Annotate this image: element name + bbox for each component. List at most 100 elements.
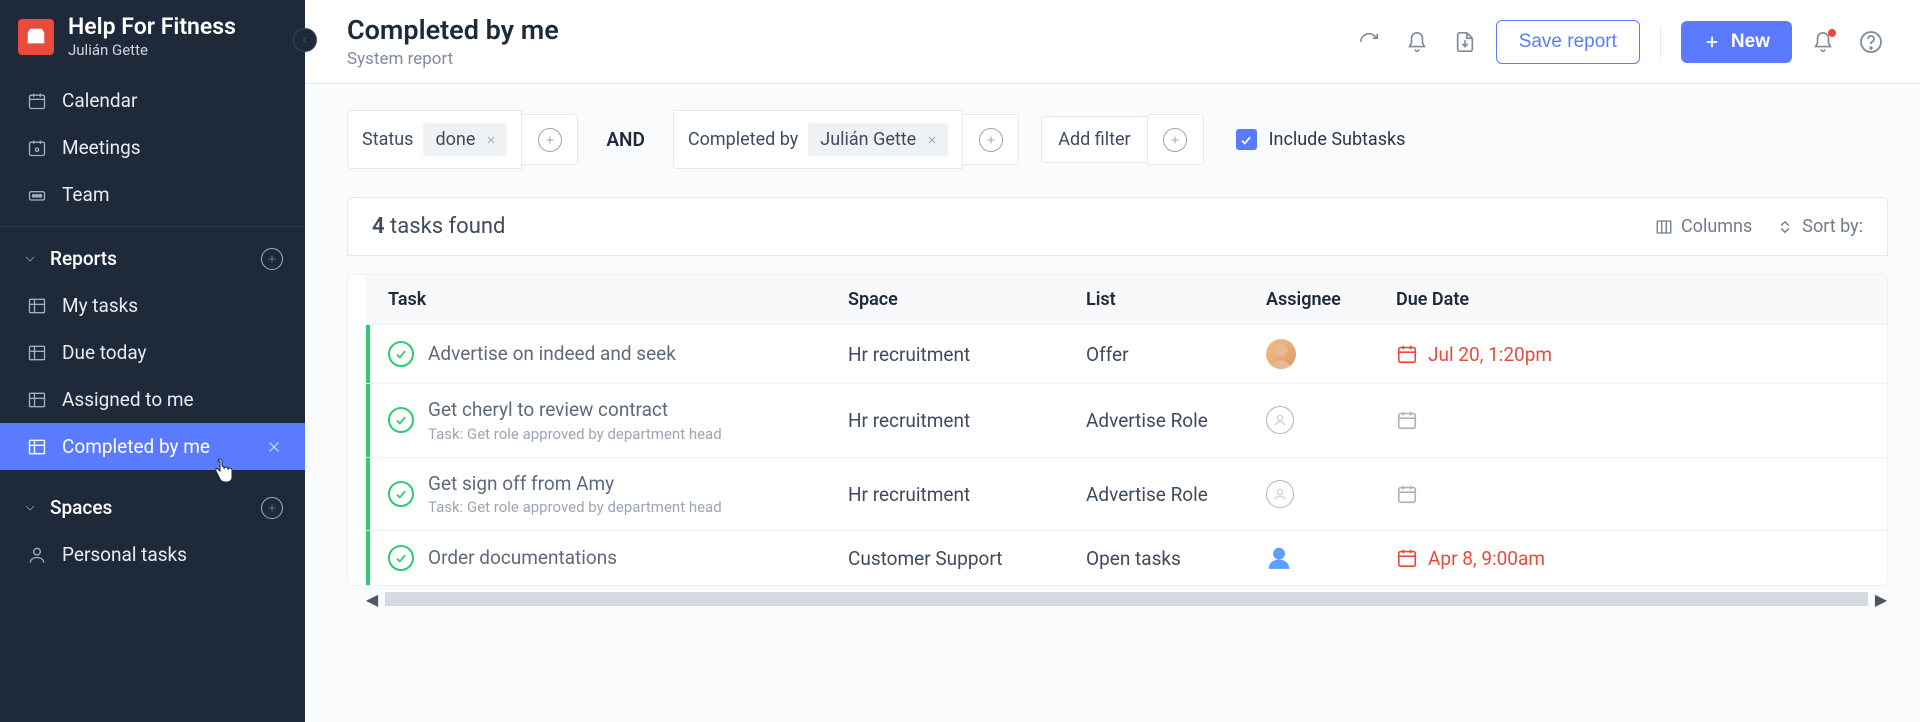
status-stripe	[366, 384, 370, 457]
sidebar-item-label: My tasks	[62, 294, 138, 317]
workspace-name[interactable]: Help For Fitness	[68, 14, 236, 39]
add-report-button[interactable]	[261, 248, 283, 270]
add-space-button[interactable]	[261, 497, 283, 519]
task-title: Order documentations	[428, 546, 617, 571]
sidebar-item-label: Personal tasks	[62, 543, 187, 566]
remove-chip-icon[interactable]	[924, 132, 940, 148]
alerts-button[interactable]	[1806, 25, 1840, 59]
reports-group-header[interactable]: Reports	[0, 235, 305, 282]
filter-status-box[interactable]: Status done	[347, 110, 522, 169]
nav-calendar[interactable]: Calendar	[0, 77, 305, 124]
scrollbar-track[interactable]	[385, 592, 1868, 606]
add-completed-by-value-button[interactable]	[963, 114, 1019, 165]
done-check-icon[interactable]	[388, 481, 414, 507]
nav-team[interactable]: Team	[0, 171, 305, 218]
col-header-space[interactable]: Space	[848, 289, 1086, 310]
add-filter-block: Add filter	[1041, 114, 1203, 165]
table-row[interactable]: Get cheryl to review contract Task: Get r…	[366, 383, 1887, 457]
close-icon[interactable]	[265, 438, 283, 456]
done-check-icon[interactable]	[388, 407, 414, 433]
columns-button[interactable]: Columns	[1655, 216, 1752, 237]
add-status-value-button[interactable]	[522, 114, 578, 165]
table-row[interactable]: Advertise on indeed and seekHr recruitme…	[366, 324, 1887, 383]
sidebar: Help For Fitness Julián Gette Calendar M…	[0, 0, 305, 722]
add-filter-button[interactable]: Add filter	[1041, 116, 1147, 163]
due-date-empty[interactable]	[1396, 409, 1418, 431]
done-check-icon[interactable]	[388, 545, 414, 571]
sidebar-item-label: Assigned to me	[62, 388, 194, 411]
divider	[1660, 26, 1661, 58]
sidebar-item-assigned-to-me[interactable]: Assigned to me	[0, 376, 305, 423]
assignee-icon[interactable]	[1266, 545, 1292, 571]
assignee-placeholder-icon[interactable]	[1266, 480, 1294, 508]
done-check-icon[interactable]	[388, 341, 414, 367]
notification-dot	[1828, 29, 1836, 37]
filter-status-chip[interactable]: done	[423, 123, 507, 156]
include-subtasks-toggle[interactable]: Include Subtasks	[1236, 129, 1406, 150]
remove-chip-icon[interactable]	[483, 132, 499, 148]
task-subtitle: Task: Get role approved by department he…	[428, 425, 722, 443]
main-content: Completed by me System report Save repor…	[305, 0, 1920, 722]
calendar-icon	[1396, 409, 1418, 431]
col-header-assignee[interactable]: Assignee	[1266, 289, 1396, 310]
refresh-button[interactable]	[1352, 25, 1386, 59]
horizontal-scrollbar[interactable]: ◀ ▶	[347, 590, 1888, 608]
list-cell: Advertise Role	[1086, 409, 1266, 432]
nav-meetings[interactable]: Meetings	[0, 124, 305, 171]
help-button[interactable]	[1854, 25, 1888, 59]
download-button[interactable]	[1448, 25, 1482, 59]
reports-label: Reports	[50, 247, 117, 270]
columns-icon	[1655, 218, 1673, 236]
sidebar-item-my-tasks[interactable]: My tasks	[0, 282, 305, 329]
scroll-right-icon[interactable]: ▶	[1874, 592, 1888, 606]
due-date[interactable]: Jul 20, 1:20pm	[1396, 343, 1552, 366]
sidebar-collapse-button[interactable]	[293, 28, 317, 52]
status-stripe	[366, 458, 370, 531]
add-filter-plus-button[interactable]	[1148, 114, 1204, 165]
scroll-left-icon[interactable]: ◀	[365, 592, 379, 606]
filter-completed-by-box[interactable]: Completed by Julián Gette	[673, 110, 963, 169]
table-row[interactable]: Order documentationsCustomer SupportOpen…	[366, 530, 1887, 585]
space-cell: Hr recruitment	[848, 409, 1086, 432]
meetings-icon	[26, 137, 48, 159]
filter-status-label: Status	[362, 129, 413, 150]
new-button[interactable]: New	[1681, 21, 1792, 63]
workspace-logo[interactable]	[18, 19, 54, 55]
plus-icon	[1703, 33, 1721, 51]
sort-button[interactable]: Sort by:	[1776, 216, 1863, 237]
filter-completed-by-chip[interactable]: Julián Gette	[808, 123, 948, 156]
col-header-due[interactable]: Due Date	[1396, 289, 1576, 310]
cursor-hand-icon	[211, 458, 235, 484]
table-header: Task Space List Assignee Due Date	[366, 275, 1887, 324]
calendar-icon	[1396, 547, 1418, 569]
person-icon	[26, 544, 48, 566]
chevron-down-icon	[22, 500, 38, 516]
spaces-group-header[interactable]: Spaces	[0, 484, 305, 531]
task-title: Get cheryl to review contract	[428, 398, 722, 423]
due-date[interactable]: Apr 8, 9:00am	[1396, 547, 1545, 570]
table-row[interactable]: Get sign off from AmyTask: Get role appr…	[366, 457, 1887, 531]
sidebar-item-personal-tasks[interactable]: Personal tasks	[0, 531, 305, 578]
results-count: 4 tasks found	[372, 214, 505, 239]
space-cell: Customer Support	[848, 547, 1086, 570]
due-date-empty[interactable]	[1396, 483, 1418, 505]
save-report-button[interactable]: Save report	[1496, 20, 1640, 64]
col-header-list[interactable]: List	[1086, 289, 1266, 310]
report-icon	[26, 342, 48, 364]
task-subtitle: Task: Get role approved by department he…	[428, 498, 722, 516]
sidebar-header: Help For Fitness Julián Gette	[0, 0, 305, 71]
avatar[interactable]	[1266, 339, 1296, 369]
sidebar-item-completed-by-me[interactable]: Completed by me	[0, 423, 305, 470]
report-icon	[26, 295, 48, 317]
space-cell: Hr recruitment	[848, 483, 1086, 506]
col-header-task[interactable]: Task	[388, 289, 848, 310]
status-stripe	[366, 325, 370, 383]
sidebar-item-due-today[interactable]: Due today	[0, 329, 305, 376]
calendar-icon	[1396, 483, 1418, 505]
assignee-placeholder-icon[interactable]	[1266, 406, 1294, 434]
calendar-icon	[26, 90, 48, 112]
page-subtitle: System report	[347, 49, 559, 69]
filter-status: Status done	[347, 110, 578, 169]
notifications-button[interactable]	[1400, 25, 1434, 59]
include-subtasks-label: Include Subtasks	[1269, 129, 1406, 150]
